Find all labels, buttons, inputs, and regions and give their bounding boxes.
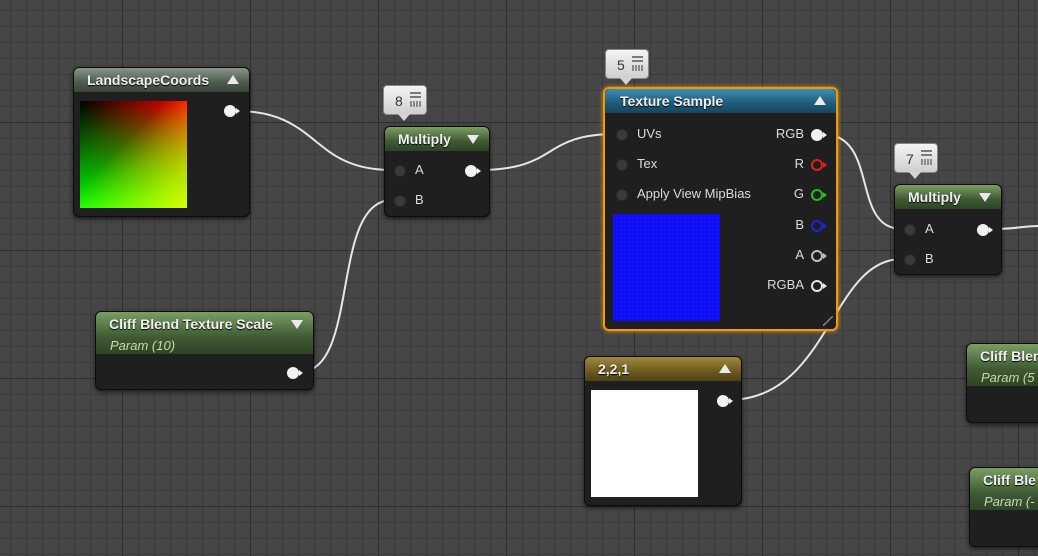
texture-preview (613, 214, 720, 321)
landscape-coords-node[interactable]: LandscapeCoords (73, 67, 250, 217)
node-header[interactable]: Texture Sample (605, 89, 836, 113)
output-pin[interactable] (224, 105, 240, 117)
input-pin-a[interactable] (394, 165, 406, 177)
pin-label-b: B (925, 251, 934, 266)
stats-icon (632, 56, 643, 72)
stats-badge-5: 5 (605, 49, 649, 85)
input-pin-apply-view-mipbias[interactable] (616, 189, 628, 201)
collapse-arrow-up-icon[interactable] (227, 75, 239, 84)
constant-221-node[interactable]: 2,2,1 (584, 356, 742, 506)
multiply-node-8[interactable]: Multiply A B (384, 126, 490, 217)
badge-number: 5 (617, 57, 625, 73)
pin-label-tex: Tex (637, 156, 658, 171)
node-title: Cliff Ble (983, 472, 1036, 488)
node-title: 2,2,1 (598, 361, 630, 377)
output-pin-b[interactable] (811, 220, 827, 232)
node-title: Cliff Blen (980, 348, 1038, 364)
pin-label-g: G (793, 186, 804, 201)
node-title: Texture Sample (620, 93, 724, 109)
collapse-arrow-up-icon[interactable] (814, 96, 826, 105)
output-pin-rgba[interactable] (811, 280, 827, 292)
input-pin-b[interactable] (904, 254, 916, 266)
collapse-arrow-up-icon[interactable] (719, 364, 731, 373)
wire-multiply8-to-uvs (477, 133, 617, 171)
pin-label-b: B (795, 217, 804, 232)
node-header[interactable]: Multiply (385, 127, 489, 151)
stats-badge-8: 8 (383, 85, 427, 121)
node-header[interactable]: Cliff Blend Texture Scale Param (10) (96, 312, 313, 354)
collapse-arrow-down-icon[interactable] (291, 320, 303, 329)
texture-sample-node[interactable]: Texture Sample UVs Tex Apply View MipBia… (603, 87, 838, 331)
pin-label-r: R (794, 156, 804, 171)
pin-label-a: A (415, 162, 424, 177)
pin-label-a: A (925, 221, 934, 236)
output-pin[interactable] (977, 224, 993, 236)
input-pin-uvs[interactable] (616, 129, 628, 141)
input-pin-tex[interactable] (616, 159, 628, 171)
resize-handle[interactable] (823, 316, 833, 326)
stats-badge-7: 7 (894, 143, 938, 179)
cliff-param-node-partial-1[interactable]: Cliff Blen Param (5 (966, 343, 1038, 423)
node-header[interactable]: LandscapeCoords (74, 68, 249, 92)
coords-preview-overlay (80, 101, 187, 208)
output-pin[interactable] (287, 367, 303, 379)
output-pin-r[interactable] (811, 159, 827, 171)
node-header[interactable]: Multiply (895, 185, 1001, 209)
pin-label-rgba: RGBA (767, 277, 804, 292)
pin-label-apply-view-mipbias: Apply View MipBias (637, 186, 751, 201)
pin-label-a: A (795, 247, 804, 262)
output-pin-a[interactable] (811, 250, 827, 262)
constant-preview (591, 390, 698, 497)
node-subtitle: Param (5 (981, 370, 1035, 385)
collapse-arrow-down-icon[interactable] (979, 193, 991, 202)
node-subtitle: Param (- (984, 494, 1035, 509)
cliff-param-node-partial-2[interactable]: Cliff Ble Param (- (969, 467, 1038, 547)
multiply-node-7[interactable]: Multiply A B (894, 184, 1002, 275)
pin-label-b: B (415, 192, 424, 207)
input-pin-a[interactable] (904, 224, 916, 236)
wire-coords-to-multiply8-a (235, 110, 393, 171)
node-header[interactable]: Cliff Blen Param (5 (967, 344, 1038, 386)
output-pin-g[interactable] (811, 189, 827, 201)
output-pin[interactable] (465, 165, 481, 177)
badge-number: 7 (906, 151, 914, 167)
node-title: Multiply (398, 131, 451, 147)
cliff-blend-texture-scale-node[interactable]: Cliff Blend Texture Scale Param (10) (95, 311, 314, 390)
output-pin-rgb[interactable] (811, 129, 827, 141)
node-title: Cliff Blend Texture Scale (109, 316, 273, 332)
stats-icon (410, 92, 421, 108)
input-pin-b[interactable] (394, 195, 406, 207)
badge-number: 8 (395, 93, 403, 109)
node-title: LandscapeCoords (87, 72, 210, 88)
node-subtitle: Param (10) (110, 338, 176, 353)
pin-label-uvs: UVs (637, 126, 662, 141)
stats-icon (921, 150, 932, 166)
pin-label-rgb: RGB (775, 126, 804, 141)
node-title: Multiply (908, 189, 961, 205)
node-header[interactable]: 2,2,1 (585, 357, 741, 381)
output-pin[interactable] (717, 395, 733, 407)
collapse-arrow-down-icon[interactable] (467, 135, 479, 144)
node-header[interactable]: Cliff Ble Param (- (970, 468, 1038, 510)
